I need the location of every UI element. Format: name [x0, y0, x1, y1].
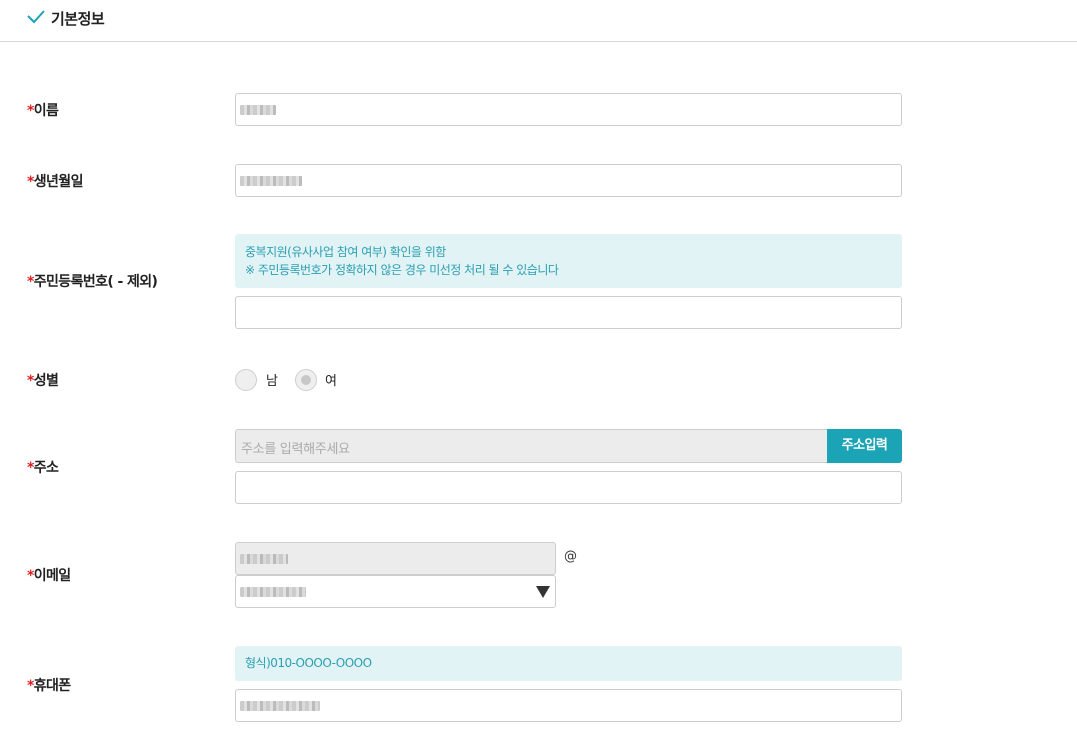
redacted-value	[240, 700, 320, 711]
name-label: *이름	[27, 103, 59, 119]
phone-label: *휴대폰	[27, 678, 71, 694]
phone-notice: 형식)010-OOOO-OOOO	[235, 646, 902, 681]
email-domain-select[interactable]	[235, 575, 556, 608]
resident-notice-line1: 중복지원(유사사업 참여 여부) 확인을 위함	[245, 245, 446, 259]
dropdown-caret-icon	[536, 586, 550, 598]
birth-input[interactable]	[235, 164, 902, 197]
address-detail-input[interactable]	[235, 471, 902, 504]
check-icon	[27, 10, 45, 24]
gender-male-label: 남	[266, 374, 278, 389]
radio-selected-dot	[301, 375, 311, 385]
address-input-button[interactable]: 주소입력	[827, 429, 902, 463]
birth-label: *생년월일	[27, 174, 83, 190]
address-label: *주소	[27, 460, 59, 476]
redacted-value	[240, 553, 288, 564]
resident-notice: 중복지원(유사사업 참여 여부) 확인을 위함 ※ 주민등록번호가 정확하지 않…	[235, 234, 902, 288]
phone-input[interactable]	[235, 689, 902, 722]
required-mark: *	[27, 103, 34, 119]
name-input[interactable]	[235, 93, 902, 126]
redacted-value	[240, 586, 306, 597]
section-header: 기본정보	[0, 0, 1077, 42]
gender-label: *성별	[27, 373, 59, 389]
gender-radio-female[interactable]	[295, 369, 317, 391]
redacted-value	[240, 175, 302, 186]
at-sign: @	[564, 549, 577, 564]
gender-female-label: 여	[325, 374, 337, 389]
section-title: 기본정보	[51, 10, 105, 28]
address-search-input[interactable]: 주소를 입력해주세요	[235, 429, 828, 463]
address-placeholder: 주소를 입력해주세요	[241, 442, 350, 457]
gender-radio-male[interactable]	[235, 369, 257, 391]
resident-notice-line2: ※ 주민등록번호가 정확하지 않은 경우 미선정 처리 될 수 있습니다	[245, 263, 559, 277]
email-label: *이메일	[27, 568, 71, 584]
redacted-value	[240, 104, 276, 115]
resident-label: *주민등록번호( - 제외)	[27, 274, 158, 290]
email-id-input[interactable]	[235, 542, 556, 575]
resident-input[interactable]	[235, 296, 902, 329]
